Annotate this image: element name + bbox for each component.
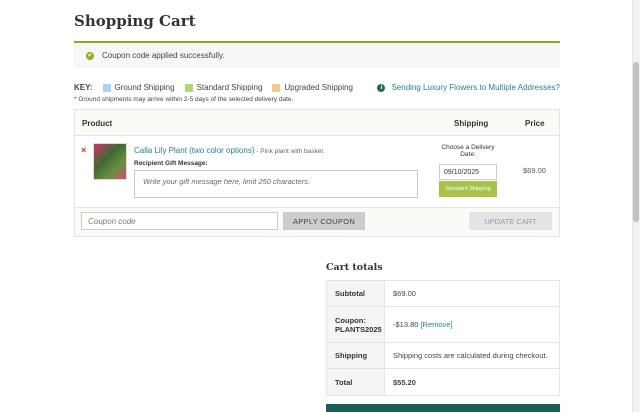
key-upgraded: Upgraded Shipping: [272, 83, 353, 92]
key-label: KEY:: [74, 83, 93, 92]
shipping-value: Shipping costs are calculated during che…: [393, 351, 548, 360]
gift-message-label: Recipient Gift Message:: [134, 160, 208, 167]
coupon-label: Coupon: PLANTS2025: [327, 307, 385, 342]
total-value: $55.20: [393, 377, 416, 387]
subtotal-row: Subtotal $69.00: [327, 281, 559, 307]
success-notice: ✔ Coupon code applied successfully.: [74, 41, 560, 68]
check-icon: ✔: [86, 51, 94, 60]
page-title: Shopping Cart: [74, 12, 196, 30]
shipping-key: KEY: Ground Shipping Standard Shipping U…: [74, 83, 363, 92]
update-cart-button[interactable]: UPDATE CART: [469, 212, 552, 230]
delivery-date-input[interactable]: 09/10/2025: [439, 164, 497, 180]
key-ground: Ground Shipping: [102, 83, 175, 92]
ground-note: * Ground shipments may arrive within 2-5…: [74, 96, 294, 103]
coupon-value: -$13.80 [Remove]: [393, 320, 453, 329]
coupon-code-input[interactable]: Coupon code: [81, 212, 278, 230]
header-price: Price: [525, 119, 545, 128]
subtotal-label: Subtotal: [327, 281, 385, 306]
coupon-row: Coupon: PLANTS2025 -$13.80 [Remove]: [327, 307, 559, 343]
choose-date-label: Choose a Delivery Date:: [441, 144, 495, 158]
apply-coupon-button[interactable]: APPLY COUPON: [283, 212, 365, 230]
product-link[interactable]: Calla Lily Plant (two color options): [134, 146, 255, 155]
product-meta: - Pink plant with basket: [254, 148, 324, 155]
ground-swatch-icon: [102, 83, 111, 92]
gift-message-input[interactable]: Write your gift message here, limit 250 …: [134, 170, 418, 198]
scrollbar[interactable]: [632, 0, 640, 412]
subtotal-value: $69.00: [393, 289, 416, 298]
product-thumbnail[interactable]: [93, 143, 127, 180]
total-row: Total $55.20: [327, 369, 559, 395]
scrollbar-thumb[interactable]: [633, 62, 639, 222]
shipping-label: Shipping: [327, 343, 385, 368]
standard-swatch-icon: [184, 83, 193, 92]
shipping-row: Shipping Shipping costs are calculated d…: [327, 343, 559, 369]
total-label: Total: [327, 369, 385, 395]
header-product: Product: [82, 119, 113, 128]
checkout-button[interactable]: [326, 404, 560, 412]
upgraded-swatch-icon: [272, 83, 281, 92]
cart-header: Product Shipping Price: [75, 110, 559, 136]
multiple-addresses-link[interactable]: i Sending Luxury Flowers to Multiple Add…: [377, 83, 560, 92]
cart-totals-title: Cart totals: [326, 262, 383, 273]
key-standard: Standard Shipping: [184, 83, 262, 92]
cart-row: × Calla Lily Plant (two color options) -…: [75, 136, 559, 208]
notice-message: Coupon code applied successfully.: [102, 51, 225, 60]
remove-item-button[interactable]: ×: [81, 145, 86, 155]
cart-totals-table: Subtotal $69.00 Coupon: PLANTS2025 -$13.…: [326, 280, 560, 396]
product-name: Calla Lily Plant (two color options) - P…: [134, 146, 323, 155]
remove-coupon-link[interactable]: [Remove]: [420, 320, 452, 329]
shipping-badge: Standard Shipping: [439, 181, 497, 197]
info-icon: i: [377, 83, 386, 92]
header-shipping: Shipping: [454, 119, 489, 128]
item-price: $69.00: [523, 166, 546, 175]
